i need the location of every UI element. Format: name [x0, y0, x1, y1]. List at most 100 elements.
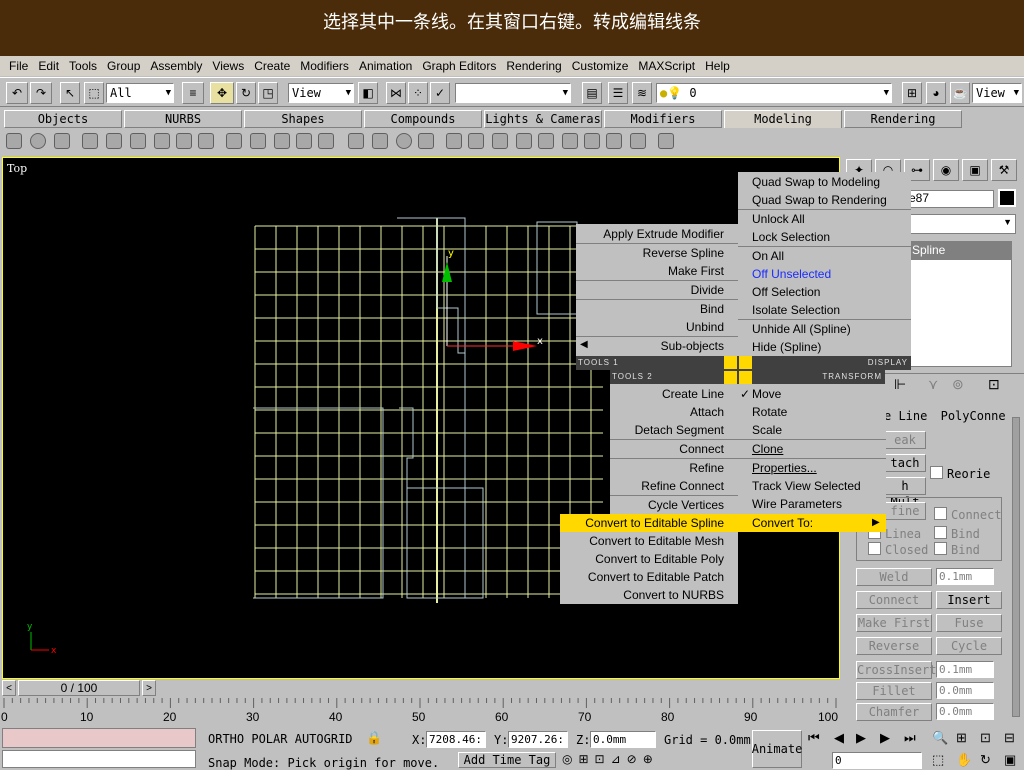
tool-icon[interactable]: [82, 133, 98, 149]
quad-center[interactable]: [724, 356, 752, 384]
detach-segment[interactable]: Detach Segment: [610, 421, 738, 439]
tool-icon[interactable]: [562, 133, 578, 149]
move-icon[interactable]: ✥: [210, 82, 234, 104]
display-tab-icon[interactable]: ▣: [962, 159, 988, 181]
quad-swap-rendering[interactable]: Quad Swap to Rendering: [738, 191, 911, 209]
tool-icon[interactable]: [296, 133, 312, 149]
connect[interactable]: Connect: [610, 440, 738, 458]
lock-selection[interactable]: Lock Selection: [738, 228, 911, 246]
cycle-vertices[interactable]: Cycle Vertices: [610, 496, 738, 514]
cycle-button[interactable]: Cycle: [936, 637, 1002, 655]
tool-icon[interactable]: [130, 133, 146, 149]
rotate-icon[interactable]: ↻: [236, 82, 256, 104]
crossinsert-spinner[interactable]: 0.1mm: [936, 661, 994, 678]
add-time-tag-button[interactable]: Add Time Tag: [458, 752, 556, 768]
prev-key-icon[interactable]: ◀: [834, 730, 844, 746]
circle-icon[interactable]: [30, 133, 46, 149]
scale-icon[interactable]: ◳: [258, 82, 278, 104]
redo-icon[interactable]: ↷: [30, 82, 52, 104]
material-editor-icon[interactable]: ◕: [926, 82, 946, 104]
bind-last-checkbox[interactable]: Bind: [934, 542, 980, 557]
chamfer-button[interactable]: Chamfer: [856, 703, 932, 721]
menu-file[interactable]: File: [4, 59, 33, 73]
convert-to-editable-spline[interactable]: Convert to Editable Spline: [560, 514, 738, 532]
tool-icon[interactable]: [468, 133, 484, 149]
pivot-icon[interactable]: ◧: [358, 82, 378, 104]
named-sets-icon[interactable]: ▤: [582, 82, 602, 104]
align-icon[interactable]: ✓: [430, 82, 450, 104]
autogrid-toggle[interactable]: AUTOGRID: [295, 732, 353, 746]
snap-icon[interactable]: ◎: [562, 752, 572, 768]
select-by-name-icon[interactable]: ≡: [182, 82, 204, 104]
menu-customize[interactable]: Customize: [567, 59, 634, 73]
tab-modifiers[interactable]: Modifiers: [604, 110, 722, 128]
tool-icon[interactable]: [274, 133, 290, 149]
quad-swap-modeling[interactable]: Quad Swap to Modeling: [738, 173, 911, 191]
create-line[interactable]: Create Line: [610, 385, 738, 403]
break-button[interactable]: eak: [884, 431, 926, 449]
rotate[interactable]: Rotate: [738, 403, 886, 421]
rectangle-icon[interactable]: [54, 133, 70, 149]
reverse-spline[interactable]: Reverse Spline: [576, 244, 738, 262]
menu-create[interactable]: Create: [249, 59, 295, 73]
ortho-toggle[interactable]: ORTHO: [208, 732, 244, 746]
tool-icon[interactable]: [658, 133, 674, 149]
menu-assembly[interactable]: Assembly: [145, 59, 207, 73]
object-name-field[interactable]: e87: [906, 190, 994, 208]
unlock-all[interactable]: Unlock All: [738, 210, 911, 228]
next-frame-button[interactable]: >: [142, 680, 156, 696]
motion-tab-icon[interactable]: ◉: [933, 159, 959, 181]
snap-icon[interactable]: ⊕: [643, 752, 653, 768]
tool-icon[interactable]: [492, 133, 508, 149]
polar-toggle[interactable]: POLAR: [251, 732, 287, 746]
connect-button[interactable]: Connect: [856, 591, 932, 609]
show-end-result-icon[interactable]: ⋎: [928, 376, 938, 393]
sphere-icon[interactable]: [396, 133, 412, 149]
render-view-dropdown[interactable]: View: [972, 83, 1022, 103]
tool-icon[interactable]: [516, 133, 532, 149]
fillet-spinner[interactable]: 0.0mm: [936, 682, 994, 699]
tool-icon[interactable]: [630, 133, 646, 149]
layers-icon[interactable]: ☰: [608, 82, 628, 104]
menu-edit[interactable]: Edit: [33, 59, 64, 73]
zoom-all-icon[interactable]: ⊞: [956, 730, 967, 746]
animate-button[interactable]: Animate: [752, 730, 802, 768]
layer-manager-icon[interactable]: ≋: [632, 82, 652, 104]
go-to-start-icon[interactable]: ⏮: [808, 730, 820, 746]
closed-checkbox[interactable]: Closed: [868, 542, 928, 557]
modifier-stack-list[interactable]: [908, 259, 1012, 367]
clone[interactable]: Clone: [738, 440, 886, 458]
attach-button[interactable]: tach: [884, 454, 926, 472]
refine[interactable]: Refine: [610, 459, 738, 477]
attach[interactable]: Attach: [610, 403, 738, 421]
z-coord-field[interactable]: 0.0mm: [590, 731, 656, 748]
bind-first-checkbox[interactable]: Bind: [934, 526, 980, 541]
tab-rendering[interactable]: Rendering: [844, 110, 962, 128]
time-slider-thumb[interactable]: 0 / 100: [18, 680, 140, 696]
modifier-list-dropdown[interactable]: ▼: [906, 214, 1016, 234]
convert-to-nurbs[interactable]: Convert to NURBS: [560, 586, 738, 604]
menu-modifiers[interactable]: Modifiers: [295, 59, 354, 73]
apply-extrude-modifier[interactable]: Apply Extrude Modifier: [576, 225, 738, 243]
snap-icon[interactable]: ⊿: [611, 752, 621, 768]
named-selection-dropdown[interactable]: [455, 83, 571, 103]
x-coord-field[interactable]: 7208.46:: [426, 731, 486, 748]
wire-parameters[interactable]: Wire Parameters: [738, 495, 886, 513]
snap-icon[interactable]: ⊘: [627, 752, 637, 768]
prev-frame-button[interactable]: <: [2, 680, 16, 696]
menu-graph-editors[interactable]: Graph Editors: [417, 59, 501, 73]
tool-icon[interactable]: [106, 133, 122, 149]
tool-icon[interactable]: [538, 133, 554, 149]
reorient-checkbox[interactable]: Reorie: [930, 466, 990, 481]
mirror-icon[interactable]: ⋈: [386, 82, 406, 104]
tool-icon[interactable]: [226, 133, 242, 149]
menu-group[interactable]: Group: [102, 59, 145, 73]
convert-to-editable-poly[interactable]: Convert to Editable Poly: [560, 550, 738, 568]
play-icon[interactable]: ▶: [856, 730, 866, 746]
attach-mult-button[interactable]: h Mult: [884, 477, 926, 509]
tool-icon[interactable]: [348, 133, 364, 149]
tool-icon[interactable]: [372, 133, 388, 149]
menu-help[interactable]: Help: [700, 59, 735, 73]
tool-icon[interactable]: [154, 133, 170, 149]
tab-objects[interactable]: Objects: [4, 110, 122, 128]
